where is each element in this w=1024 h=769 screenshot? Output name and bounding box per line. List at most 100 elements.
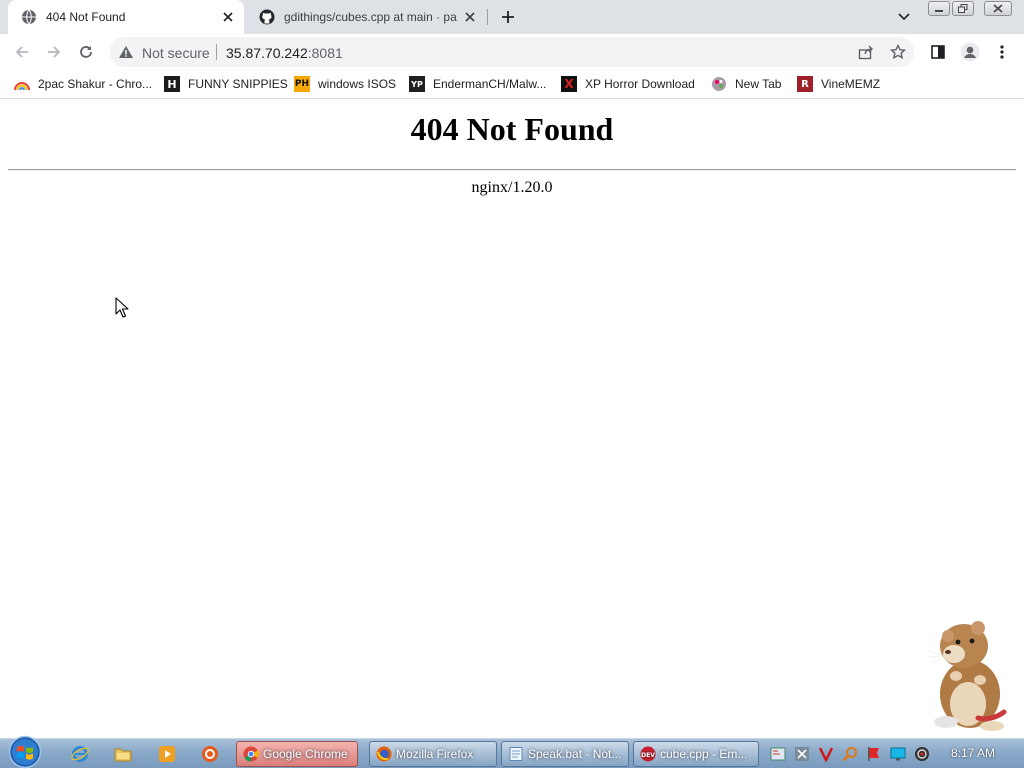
side-panel-icon (931, 45, 945, 59)
server-signature: nginx/1.20.0 (471, 179, 553, 196)
url-text[interactable]: 35.87.70.242:8081 (226, 45, 343, 61)
profile-button[interactable] (960, 42, 980, 62)
tray-app-icon[interactable] (770, 746, 786, 762)
address-bar[interactable]: Not secure 35.87.70.242:8081 (110, 37, 914, 67)
share-icon[interactable] (858, 45, 874, 60)
rainbow-icon (14, 82, 30, 91)
bookmark-label: 2pac Shakur - Chro... (38, 77, 153, 91)
bookmark-label: XP Horror Download (585, 77, 695, 91)
app-icon (202, 746, 218, 762)
notepad-icon (509, 747, 523, 761)
tray-v-icon[interactable] (818, 746, 834, 762)
restore-icon (958, 4, 968, 13)
chrome-icon (243, 746, 259, 762)
minimize-button[interactable] (928, 1, 950, 16)
internet-explorer-icon (71, 746, 89, 762)
bookmarks-bar: 2pac Shakur - Chro... H FUNNY SNIPPIES P… (0, 70, 1024, 99)
back-button[interactable] (12, 42, 32, 62)
firefox-icon (376, 746, 392, 762)
bookmark-2pac[interactable]: 2pac Shakur - Chro... (14, 75, 152, 93)
new-tab-button[interactable] (498, 7, 518, 27)
globe-icon (22, 9, 36, 25)
bookmark-label: windows ISOS (318, 77, 397, 91)
horizontal-rule (8, 169, 1016, 171)
ph-icon: PH (294, 76, 310, 92)
omnibox-separator (216, 44, 217, 60)
avatar-icon (960, 42, 980, 62)
close-icon (993, 4, 1003, 13)
side-panel-button[interactable] (928, 42, 948, 62)
bookmark-star-icon[interactable] (890, 44, 906, 60)
bookmark-label: FUNNY SNIPPIES (188, 77, 288, 91)
browser-toolbar: Not secure 35.87.70.242:8081 (0, 34, 1024, 70)
kebab-menu-icon (1000, 45, 1004, 59)
tab-title: gdithings/cubes.cpp at main · pa (284, 10, 457, 24)
tab-gdithings[interactable]: gdithings/cubes.cpp at main · pa (246, 0, 486, 34)
task-google-chrome[interactable]: Google Chrome (236, 741, 358, 767)
quicklaunch-explorer[interactable] (112, 743, 134, 765)
newtab-icon (712, 77, 726, 91)
task-cube-cpp[interactable]: DEV cube.cpp - Em... (633, 741, 759, 767)
tab-search-button[interactable] (895, 8, 913, 26)
warning-icon[interactable] (118, 45, 134, 59)
chevron-down-icon (898, 13, 910, 21)
bookmark-funny-snippies[interactable]: H FUNNY SNIPPIES (164, 75, 288, 93)
plus-icon (502, 11, 514, 23)
bookmark-vinememz[interactable]: R VineMEMZ (797, 75, 880, 93)
bookmark-label: VineMEMZ (821, 77, 881, 91)
menu-button[interactable] (992, 42, 1012, 62)
start-button[interactable] (6, 735, 44, 769)
tab-title: 404 Not Found (46, 10, 126, 24)
task-notepad-speak-bat[interactable]: Speak.bat - Not... (501, 741, 629, 767)
reload-icon (80, 46, 92, 58)
tab-separator (487, 9, 488, 25)
tray-tool-icon[interactable] (794, 746, 810, 762)
tab-close-icon[interactable] (462, 9, 478, 25)
bookmark-label: New Tab (735, 77, 782, 91)
quicklaunch-app[interactable] (199, 743, 221, 765)
tab-404-not-found[interactable]: 404 Not Found (8, 0, 244, 34)
arrow-right-icon (48, 46, 61, 58)
yp-icon: YP (409, 76, 425, 92)
folder-icon (114, 748, 132, 762)
task-label: Google Chrome (263, 747, 348, 761)
hamster-mascot-icon (927, 621, 1007, 731)
close-window-button[interactable] (984, 1, 1012, 16)
security-chip[interactable]: Not secure (142, 45, 210, 61)
reload-button[interactable] (76, 42, 96, 62)
svg-text:DEV: DEV (641, 752, 655, 759)
bookmark-windows-isos[interactable]: PH windows ISOS (294, 75, 396, 93)
devcpp-icon: DEV (640, 746, 656, 762)
bookmark-new-tab[interactable]: New Tab (711, 75, 781, 93)
tab-strip: 404 Not Found gdithings/cubes.cpp at mai… (0, 0, 1024, 34)
system-clock[interactable]: 8:17 AM (951, 746, 995, 760)
tray-monitor-icon[interactable] (890, 746, 906, 762)
bookmark-label: EndermanCH/Malw... (433, 77, 547, 91)
arrow-left-icon (15, 46, 28, 58)
task-label: Mozilla Firefox (396, 747, 474, 761)
page-title: 404 Not Found (410, 111, 614, 147)
h-icon: H (164, 76, 180, 92)
forward-button[interactable] (44, 42, 64, 62)
bookmark-endermanch[interactable]: YP EndermanCH/Malw... (409, 75, 546, 93)
task-label: Speak.bat - Not... (528, 747, 622, 761)
windows-taskbar: Google Chrome Mozilla Firefox Speak.bat … (0, 735, 1024, 769)
quicklaunch-media-player[interactable] (156, 743, 178, 765)
tray-flag-icon[interactable] (866, 746, 882, 762)
task-mozilla-firefox[interactable]: Mozilla Firefox (369, 741, 497, 767)
quicklaunch-ie[interactable] (69, 743, 91, 765)
tray-speaker-icon[interactable] (914, 746, 930, 762)
github-icon (259, 9, 275, 25)
x-icon: X (561, 76, 577, 92)
task-label: cube.cpp - Em... (660, 747, 748, 761)
tray-search-icon[interactable] (842, 746, 858, 762)
mouse-cursor-icon (115, 297, 129, 318)
bookmark-xp-horror[interactable]: X XP Horror Download (561, 75, 695, 93)
url-port: :8081 (307, 45, 343, 61)
restore-button[interactable] (952, 1, 974, 16)
media-player-icon (159, 746, 175, 762)
url-host: 35.87.70.242 (226, 45, 308, 61)
vine-icon: R (797, 76, 813, 92)
tab-close-icon[interactable] (220, 9, 236, 25)
minimize-icon (935, 9, 943, 12)
